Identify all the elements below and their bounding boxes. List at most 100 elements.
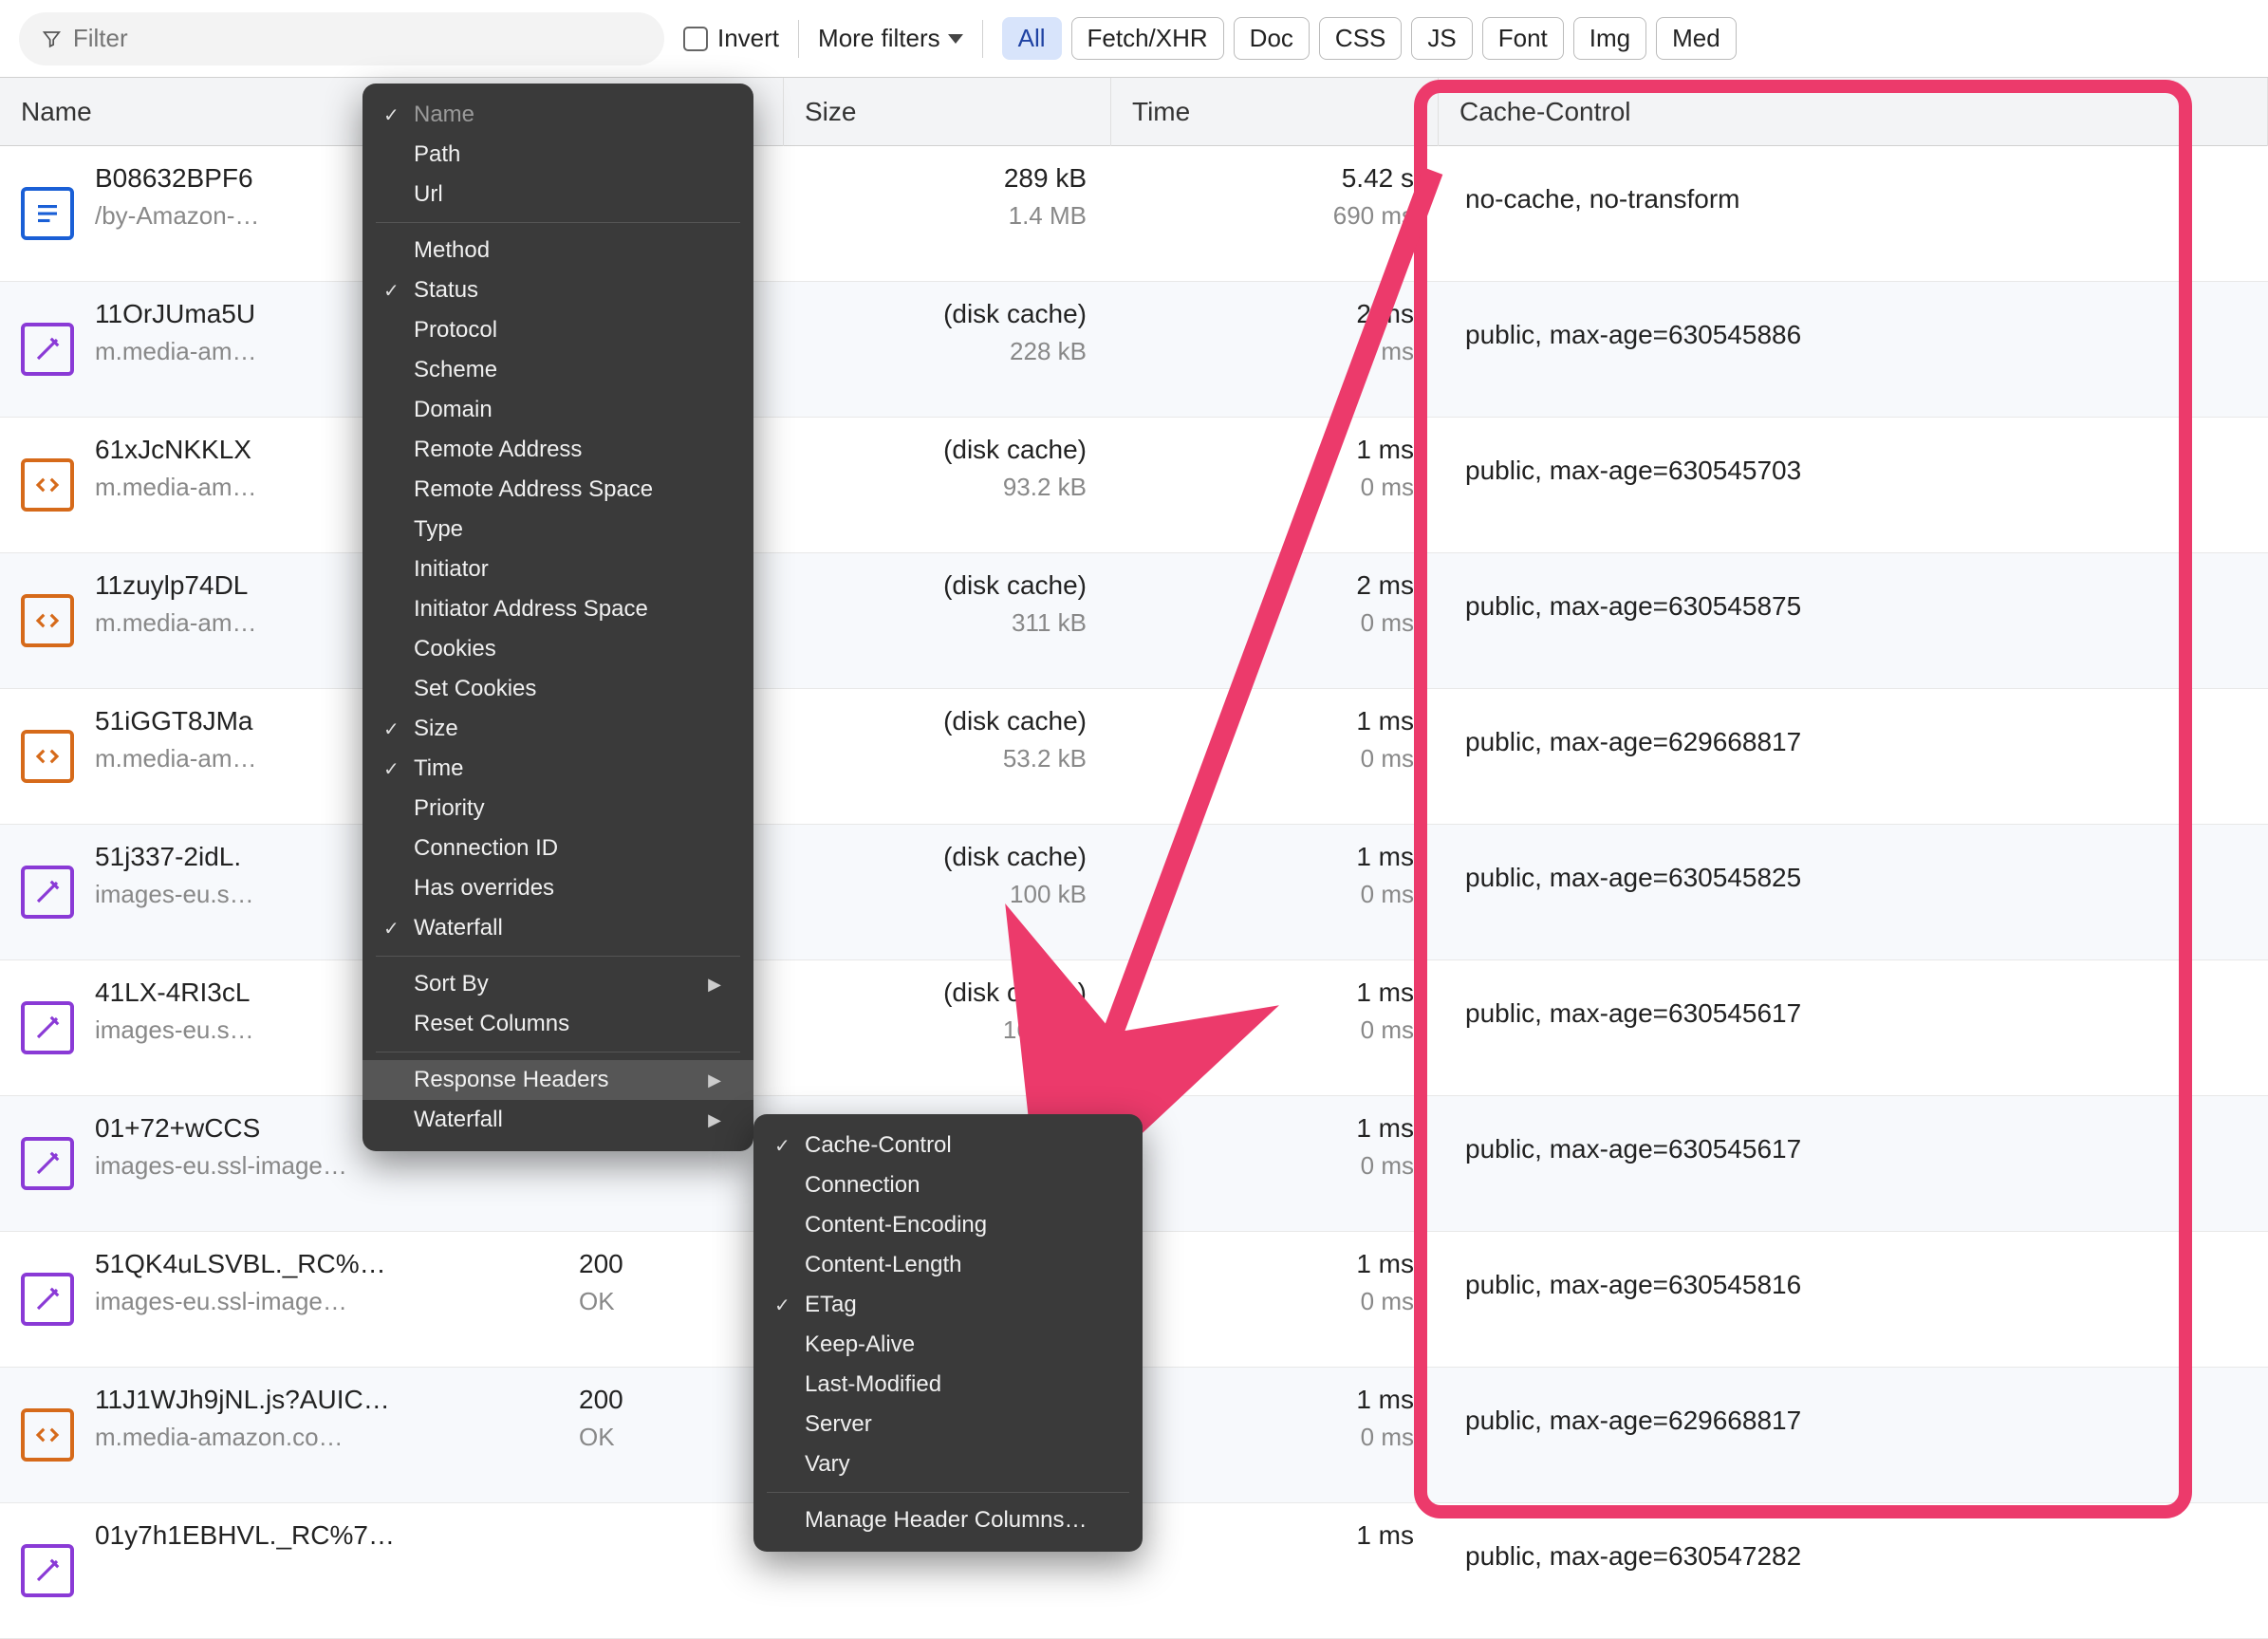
- menu-item-protocol[interactable]: Protocol: [363, 310, 753, 350]
- menu-item-method[interactable]: Method: [363, 231, 753, 270]
- menu-item-initiator-address-space[interactable]: Initiator Address Space: [363, 589, 753, 629]
- name-cell: 01y7h1EBHVL._RC%7…: [95, 1503, 569, 1638]
- menu-item-status[interactable]: Status: [363, 270, 753, 310]
- status-cell: 200OK: [569, 1368, 784, 1502]
- status-cell: 200OK: [569, 1232, 784, 1367]
- time-cell: 2 ms1 ms: [1111, 282, 1439, 417]
- columns-context-menu[interactable]: NamePathUrl MethodStatusProtocolSchemeDom…: [363, 84, 753, 1151]
- submenu-item-content-length[interactable]: Content-Length: [753, 1245, 1143, 1285]
- row-name: 11J1WJh9jNL.js?AUIC…: [95, 1385, 569, 1415]
- css-file-icon: [21, 1544, 74, 1597]
- menu-item-response-headers[interactable]: Response Headers▶: [363, 1060, 753, 1100]
- menu-item-size[interactable]: Size: [363, 709, 753, 749]
- invert-toggle[interactable]: Invert: [683, 24, 779, 53]
- table-row[interactable]: 61xJcNKKLXm.media-am…(disk cache)93.2 kB…: [0, 418, 2268, 553]
- header-cache-control[interactable]: Cache-Control: [1439, 78, 2268, 146]
- table-row[interactable]: 11OrJUma5Um.media-am…(disk cache)228 kB2…: [0, 282, 2268, 418]
- menu-item-cookies[interactable]: Cookies: [363, 629, 753, 669]
- name-cell: 11J1WJh9jNL.js?AUIC… m.media-amazon.co…: [95, 1368, 569, 1502]
- time-cell: 1 ms: [1111, 1503, 1439, 1638]
- column-headers: Name Size Time Cache-Control: [0, 78, 2268, 146]
- filter-chip-img[interactable]: Img: [1573, 17, 1646, 60]
- menu-item-has-overrides[interactable]: Has overrides: [363, 868, 753, 908]
- menu-item-sort-by[interactable]: Sort By▶: [363, 964, 753, 1004]
- js-file-icon: [21, 730, 74, 783]
- time-cell: 1 ms0 ms: [1111, 960, 1439, 1095]
- time-cell: 5.42 s690 ms: [1111, 146, 1439, 281]
- menu-item-scheme[interactable]: Scheme: [363, 350, 753, 390]
- submenu-arrow-icon: ▶: [708, 1071, 721, 1090]
- filter-chip-fetchxhr[interactable]: Fetch/XHR: [1071, 17, 1224, 60]
- response-headers-submenu[interactable]: Cache-ControlConnectionContent-EncodingC…: [753, 1114, 1143, 1552]
- filter-chip-js[interactable]: JS: [1411, 17, 1472, 60]
- submenu-item-connection[interactable]: Connection: [753, 1165, 1143, 1205]
- cache-control-cell: public, max-age=630547282: [1439, 1503, 2268, 1638]
- css-file-icon: [21, 1273, 74, 1326]
- cache-control-cell: public, max-age=629668817: [1439, 1368, 2268, 1502]
- filter-chip-doc[interactable]: Doc: [1234, 17, 1310, 60]
- table-row[interactable]: 41LX-4RI3cLimages-eu.s…(disk cache)16.8 …: [0, 960, 2268, 1096]
- row-domain: images-eu.ssl-image…: [95, 1151, 569, 1181]
- menu-item-remote-address-space[interactable]: Remote Address Space: [363, 470, 753, 510]
- time-cell: 1 ms0 ms: [1111, 689, 1439, 824]
- menu-item-name[interactable]: Name: [363, 95, 753, 135]
- submenu-item-server[interactable]: Server: [753, 1405, 1143, 1444]
- filter-chip-med[interactable]: Med: [1656, 17, 1737, 60]
- table-row[interactable]: 51j337-2idL.images-eu.s…(disk cache)100 …: [0, 825, 2268, 960]
- header-time[interactable]: Time: [1111, 78, 1439, 146]
- header-size[interactable]: Size: [784, 78, 1111, 146]
- size-cell: (disk cache)228 kB: [784, 282, 1111, 417]
- menu-item-waterfall[interactable]: Waterfall▶: [363, 1100, 753, 1140]
- cache-control-cell: public, max-age=630545886: [1439, 282, 2268, 417]
- menu-separator: [767, 1492, 1129, 1493]
- filter-input[interactable]: [73, 24, 641, 53]
- filter-box[interactable]: [19, 12, 664, 65]
- submenu-item-last-modified[interactable]: Last-Modified: [753, 1365, 1143, 1405]
- filter-chip-all[interactable]: All: [1002, 17, 1062, 60]
- table-row[interactable]: 51iGGT8JMam.media-am…(disk cache)53.2 kB…: [0, 689, 2268, 825]
- menu-item-url[interactable]: Url: [363, 175, 753, 214]
- type-icon-cell: [0, 825, 95, 959]
- filter-chip-css[interactable]: CSS: [1319, 17, 1402, 60]
- manage-header-columns[interactable]: Manage Header Columns…: [753, 1500, 1143, 1540]
- submenu-item-content-encoding[interactable]: Content-Encoding: [753, 1205, 1143, 1245]
- time-cell: 1 ms0 ms: [1111, 1232, 1439, 1367]
- type-icon-cell: [0, 1232, 95, 1367]
- filter-chip-font[interactable]: Font: [1482, 17, 1564, 60]
- size-cell: (disk cache)16.8 kB: [784, 960, 1111, 1095]
- menu-item-reset-columns[interactable]: Reset Columns: [363, 1004, 753, 1044]
- row-name: 51QK4uLSVBL._RC%…: [95, 1249, 569, 1279]
- submenu-item-keep-alive[interactable]: Keep-Alive: [753, 1325, 1143, 1365]
- submenu-item-vary[interactable]: Vary: [753, 1444, 1143, 1484]
- menu-item-type[interactable]: Type: [363, 510, 753, 549]
- time-cell: 1 ms0 ms: [1111, 825, 1439, 959]
- row-domain: images-eu.ssl-image…: [95, 1287, 569, 1316]
- divider: [798, 20, 799, 58]
- cache-control-cell: public, max-age=629668817: [1439, 689, 2268, 824]
- menu-item-time[interactable]: Time: [363, 749, 753, 789]
- table-row[interactable]: B08632BPF6/by-Amazon-…289 kB1.4 MB5.42 s…: [0, 146, 2268, 282]
- submenu-item-etag[interactable]: ETag: [753, 1285, 1143, 1325]
- menu-separator: [376, 222, 740, 223]
- menu-item-initiator[interactable]: Initiator: [363, 549, 753, 589]
- table-row[interactable]: 11zuylp74DLm.media-am…(disk cache)311 kB…: [0, 553, 2268, 689]
- invert-label: Invert: [717, 24, 779, 53]
- invert-checkbox[interactable]: [683, 27, 708, 51]
- menu-item-connection-id[interactable]: Connection ID: [363, 829, 753, 868]
- divider: [982, 20, 983, 58]
- time-cell: 1 ms0 ms: [1111, 1368, 1439, 1502]
- menu-item-remote-address[interactable]: Remote Address: [363, 430, 753, 470]
- js-file-icon: [21, 1408, 74, 1462]
- row-domain: m.media-amazon.co…: [95, 1423, 569, 1452]
- submenu-item-cache-control[interactable]: Cache-Control: [753, 1126, 1143, 1165]
- network-toolbar: Invert More filters AllFetch/XHRDocCSSJS…: [0, 0, 2268, 78]
- size-cell: (disk cache)311 kB: [784, 553, 1111, 688]
- menu-item-path[interactable]: Path: [363, 135, 753, 175]
- type-icon-cell: [0, 553, 95, 688]
- menu-item-priority[interactable]: Priority: [363, 789, 753, 829]
- more-filters-button[interactable]: More filters: [818, 24, 963, 53]
- submenu-arrow-icon: ▶: [708, 975, 721, 995]
- menu-item-waterfall[interactable]: Waterfall: [363, 908, 753, 948]
- menu-item-domain[interactable]: Domain: [363, 390, 753, 430]
- menu-item-set-cookies[interactable]: Set Cookies: [363, 669, 753, 709]
